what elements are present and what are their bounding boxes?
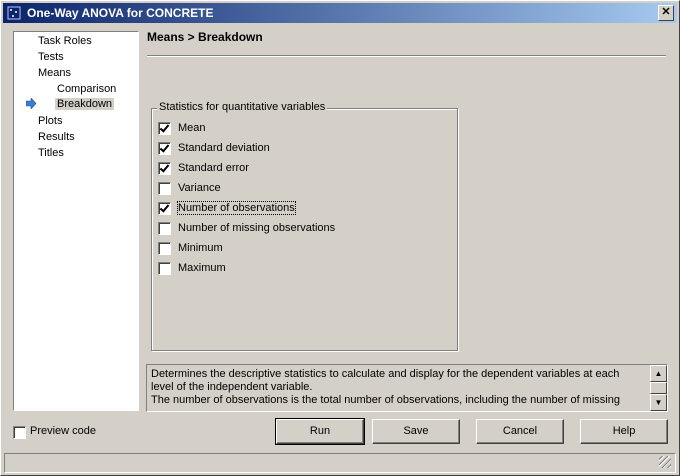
task-nav-tree: Task Roles Tests Means Comparison Breakd… bbox=[13, 31, 139, 411]
number-of-observations-label[interactable]: Number of observations bbox=[177, 201, 296, 215]
nav-item-task-roles[interactable]: Task Roles bbox=[38, 35, 92, 47]
nav-item-results[interactable]: Results bbox=[38, 131, 75, 143]
mean-label[interactable]: Mean bbox=[178, 122, 206, 134]
title-divider bbox=[147, 55, 666, 57]
nav-item-breakdown[interactable]: Breakdown bbox=[55, 98, 115, 110]
minimum-checkbox[interactable] bbox=[158, 242, 171, 255]
resize-grip-icon[interactable] bbox=[659, 456, 671, 468]
variance-checkbox[interactable] bbox=[158, 182, 171, 195]
description-scrollbar[interactable]: ▲ ▼ bbox=[650, 365, 667, 411]
standard-deviation-checkbox[interactable] bbox=[158, 142, 171, 155]
nav-item-plots[interactable]: Plots bbox=[38, 115, 62, 127]
number-of-missing-observations-label[interactable]: Number of missing observations bbox=[178, 222, 335, 234]
up-arrow-icon: ▲ bbox=[654, 369, 663, 378]
mean-checkbox[interactable] bbox=[158, 122, 171, 135]
description-text: Determines the descriptive statistics to… bbox=[151, 368, 620, 406]
scroll-down-button[interactable]: ▼ bbox=[650, 394, 667, 411]
standard-error-checkbox[interactable] bbox=[158, 162, 171, 175]
number-of-observations-checkbox[interactable] bbox=[158, 202, 171, 215]
scroll-up-button[interactable]: ▲ bbox=[650, 365, 667, 382]
preview-code-checkbox[interactable] bbox=[13, 426, 26, 439]
minimum-label[interactable]: Minimum bbox=[178, 242, 223, 254]
title-bar: One-Way ANOVA for CONCRETE ✕ bbox=[3, 3, 677, 23]
maximum-checkbox[interactable] bbox=[158, 262, 171, 275]
run-button[interactable]: Run bbox=[275, 418, 365, 445]
cancel-button[interactable]: Cancel bbox=[476, 419, 564, 444]
close-icon: ✕ bbox=[661, 6, 671, 18]
app-icon bbox=[7, 6, 21, 20]
help-button[interactable]: Help bbox=[580, 419, 668, 444]
preview-code-label[interactable]: Preview code bbox=[30, 425, 96, 437]
nav-item-comparison[interactable]: Comparison bbox=[57, 83, 116, 95]
down-arrow-icon: ▼ bbox=[654, 398, 663, 407]
save-button[interactable]: Save bbox=[372, 419, 460, 444]
number-of-missing-observations-checkbox[interactable] bbox=[158, 222, 171, 235]
stats-group-title: Statistics for quantitative variables bbox=[157, 101, 328, 113]
scroll-thumb[interactable] bbox=[650, 382, 667, 394]
nav-item-means[interactable]: Means bbox=[38, 67, 71, 79]
selected-arrow-icon bbox=[26, 98, 37, 109]
window-title: One-Way ANOVA for CONCRETE bbox=[27, 6, 214, 20]
variance-label[interactable]: Variance bbox=[178, 182, 221, 194]
close-button[interactable]: ✕ bbox=[658, 5, 674, 21]
nav-item-titles[interactable]: Titles bbox=[38, 147, 64, 159]
standard-deviation-label[interactable]: Standard deviation bbox=[178, 142, 270, 154]
maximum-label[interactable]: Maximum bbox=[178, 262, 226, 274]
nav-item-tests[interactable]: Tests bbox=[38, 51, 64, 63]
status-bar bbox=[4, 453, 676, 473]
page-title: Means > Breakdown bbox=[147, 30, 263, 44]
description-box: Determines the descriptive statistics to… bbox=[146, 364, 668, 412]
standard-error-label[interactable]: Standard error bbox=[178, 162, 249, 174]
